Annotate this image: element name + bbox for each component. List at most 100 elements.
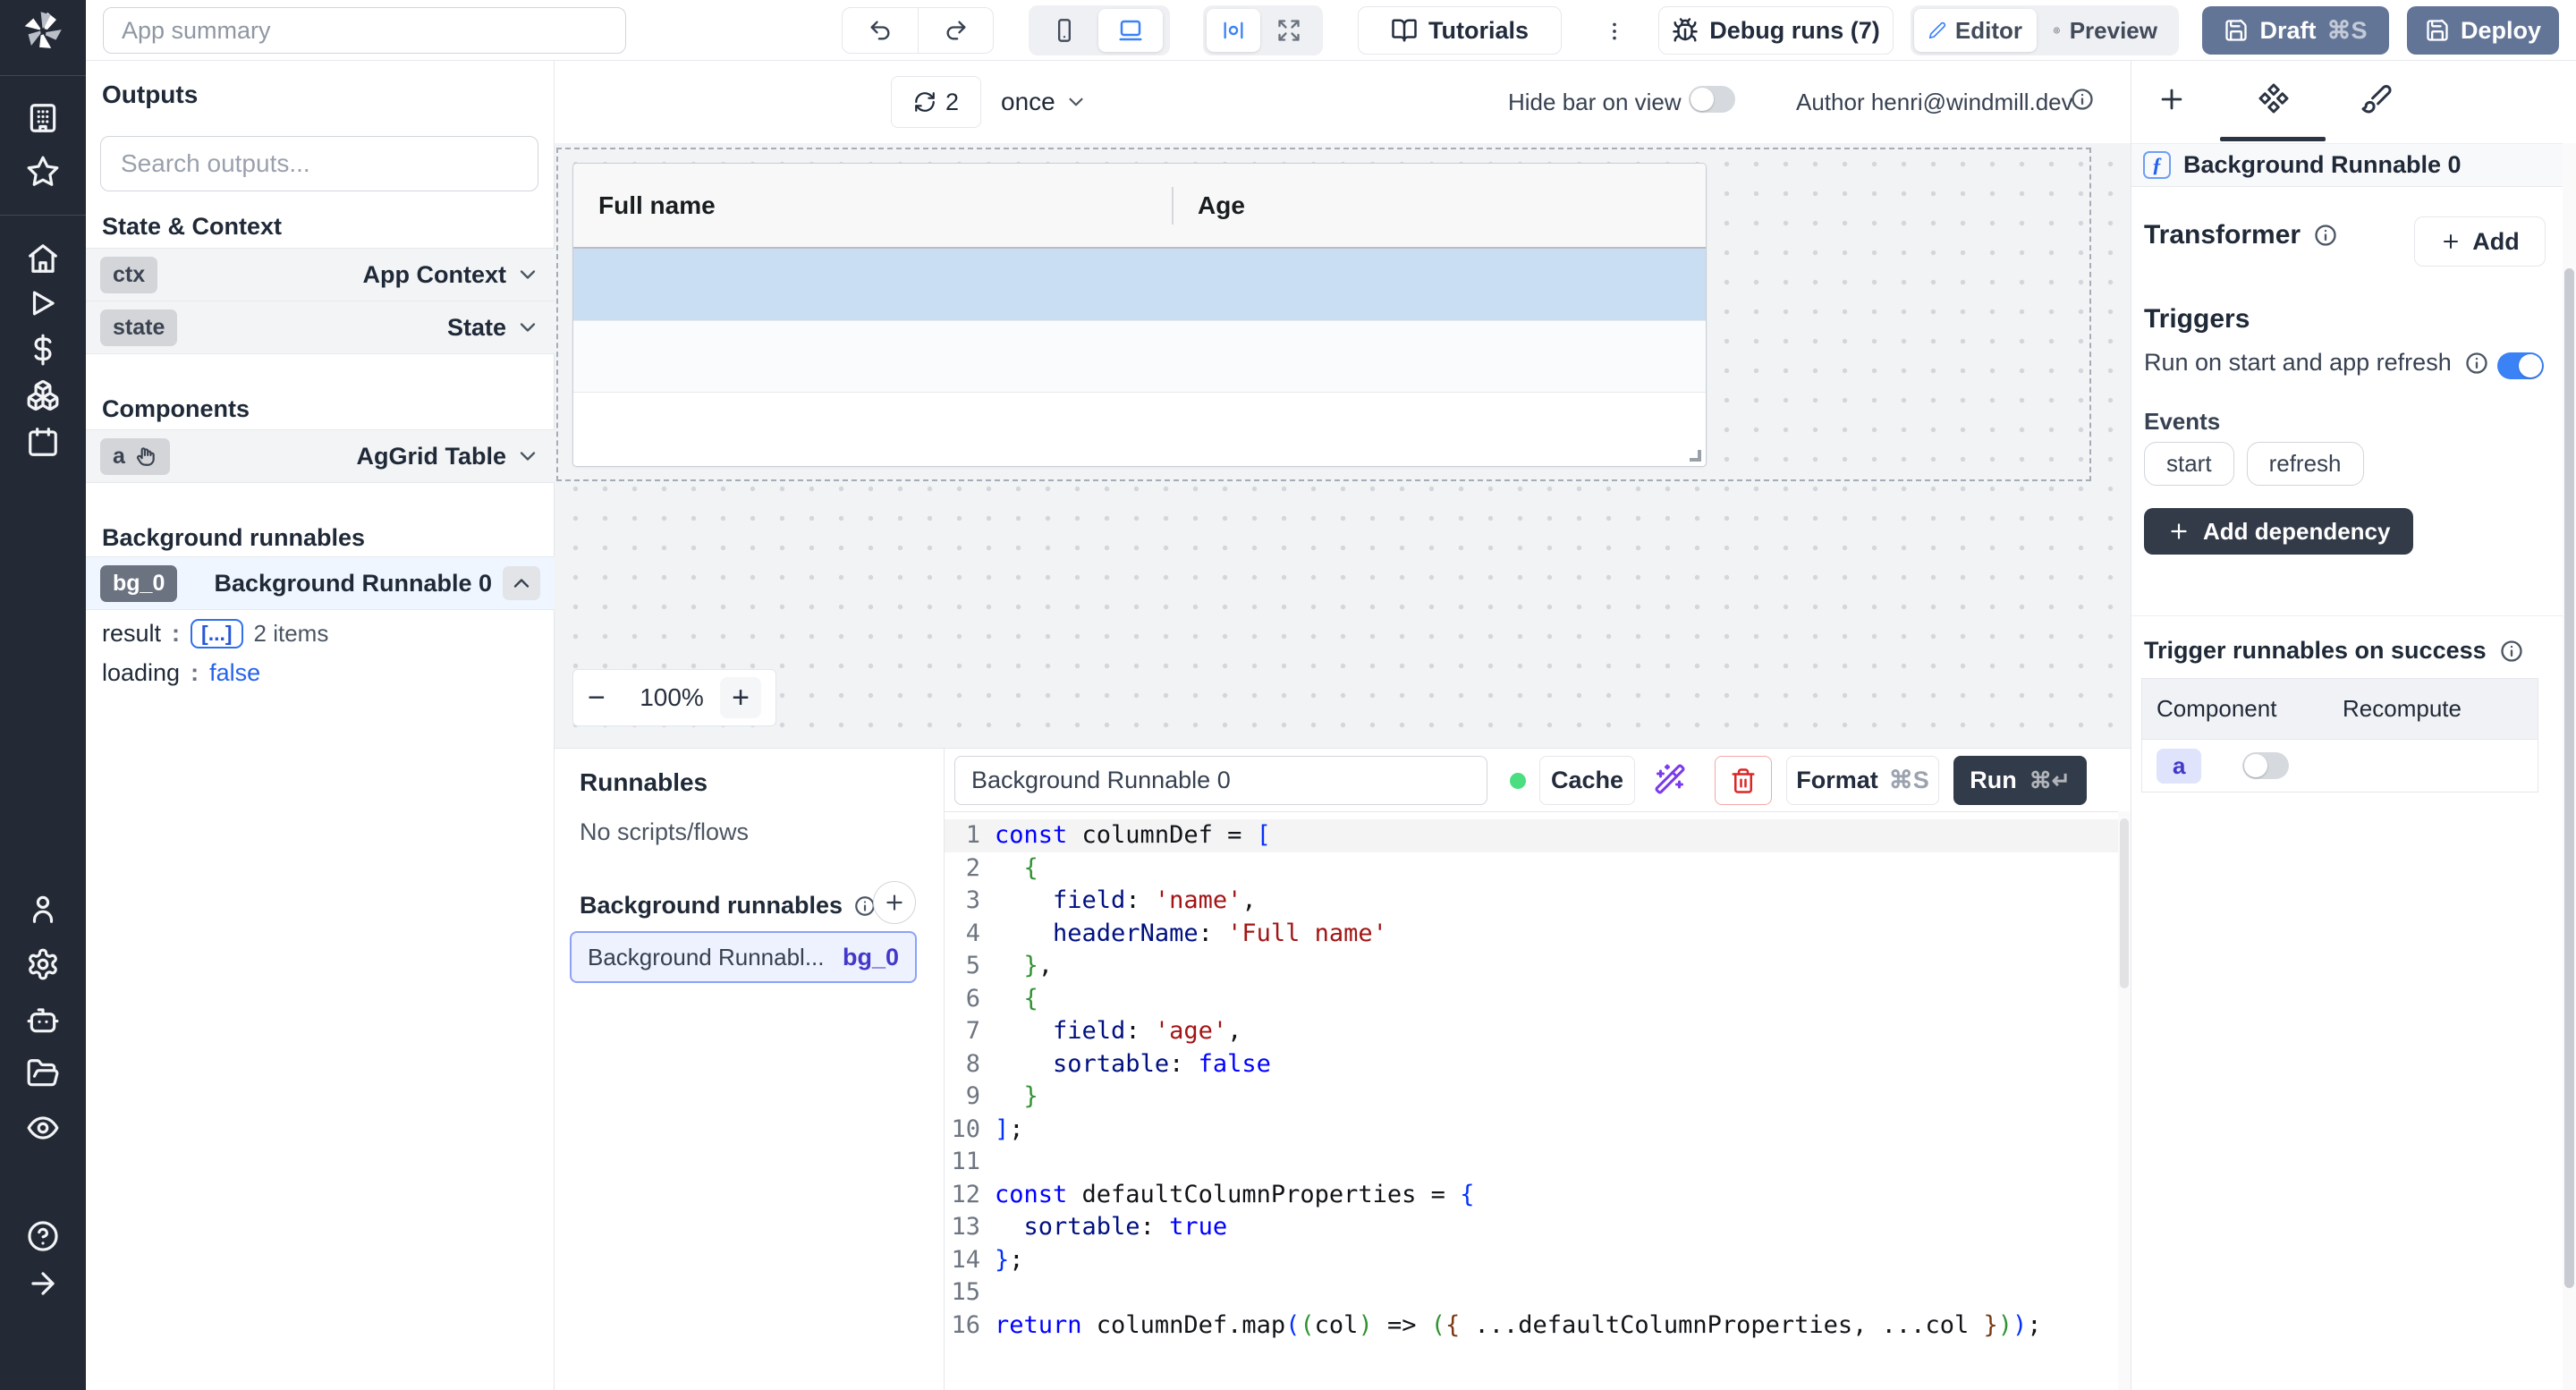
code-line[interactable]: 3 field: 'name',: [945, 885, 2131, 918]
runnable-name-input[interactable]: [954, 756, 1487, 805]
code-line[interactable]: 4 headerName: 'Full name': [945, 918, 2131, 951]
panel-scrollbar[interactable]: [2563, 143, 2576, 1390]
chevron-down-icon[interactable]: [515, 262, 540, 287]
sidebar-item-folders[interactable]: [26, 1056, 60, 1090]
more-menu-icon[interactable]: [1599, 11, 1630, 52]
add-transformer-button[interactable]: Add: [2414, 216, 2546, 267]
code-line[interactable]: 8 sortable: false: [945, 1048, 2131, 1081]
column-divider[interactable]: [1172, 187, 1174, 225]
delete-runnable-button[interactable]: [1715, 756, 1772, 805]
run-button[interactable]: Run ⌘↵: [1953, 756, 2087, 805]
sidebar-item-home[interactable]: [26, 242, 60, 275]
deploy-button[interactable]: Deploy: [2407, 6, 2559, 55]
draft-button[interactable]: Draft ⌘S: [2202, 6, 2389, 55]
app-summary-input[interactable]: [103, 7, 626, 54]
sidebar-item-runs[interactable]: [26, 286, 60, 320]
tutorials-button[interactable]: Tutorials: [1358, 6, 1562, 55]
add-dependency-button[interactable]: Add dependency: [2144, 508, 2413, 555]
format-button[interactable]: Format ⌘S: [1786, 756, 1939, 805]
editor-scrollbar-thumb[interactable]: [2120, 818, 2129, 988]
paintbrush-icon: [2360, 82, 2393, 114]
chevron-down-icon: [1064, 90, 1088, 114]
code-line[interactable]: 10];: [945, 1114, 2131, 1147]
code-line[interactable]: 9 }: [945, 1081, 2131, 1114]
collapse-bg0-button[interactable]: [503, 566, 540, 600]
code-line[interactable]: 5 },: [945, 950, 2131, 983]
loading-key: loading: [102, 659, 180, 687]
chevron-down-icon[interactable]: [515, 444, 540, 469]
code-line[interactable]: 13 sortable: true: [945, 1211, 2131, 1244]
code-line[interactable]: 12const defaultColumnProperties = {: [945, 1179, 2131, 1212]
sidebar-item-users[interactable]: [26, 892, 60, 926]
undo-button[interactable]: [843, 8, 918, 53]
cache-button[interactable]: Cache: [1539, 756, 1635, 805]
hide-bar-toggle[interactable]: [1689, 86, 1735, 113]
column-header-age[interactable]: Age: [1173, 191, 1245, 220]
output-row-component-a[interactable]: a AgGrid Table: [86, 429, 555, 483]
styling-tab[interactable]: [2360, 82, 2393, 119]
tab-preview[interactable]: Preview: [2038, 9, 2172, 52]
code-editor[interactable]: 1const columnDef = [2 {3 field: 'name',4…: [945, 811, 2131, 1390]
panel-scrollbar-thumb[interactable]: [2564, 268, 2574, 1288]
fullscreen-icon[interactable]: [1262, 9, 1316, 52]
recompute-toggle[interactable]: [2242, 752, 2289, 779]
result-array-chip[interactable]: [...]: [191, 619, 243, 648]
sidebar-item-resources[interactable]: [26, 378, 60, 412]
schedule-select[interactable]: once: [1001, 76, 1088, 128]
sidebar-item-audit-logs[interactable]: [26, 1111, 60, 1145]
refresh-count-button[interactable]: 2: [891, 76, 981, 128]
code-line[interactable]: 1const columnDef = [: [945, 819, 2131, 852]
zoom-out-button[interactable]: −: [588, 681, 623, 716]
redo-button[interactable]: [918, 8, 993, 53]
app-canvas[interactable]: Full name Age − 100% +: [555, 143, 2131, 748]
line-number: 11: [945, 1146, 984, 1179]
sidebar-item-workers[interactable]: [26, 1003, 60, 1037]
code-line[interactable]: 2 {: [945, 852, 2131, 886]
resize-handle[interactable]: [1690, 450, 1701, 462]
windmill-logo-icon[interactable]: [17, 5, 69, 57]
runnable-item-bg0[interactable]: Background Runnabl... bg_0: [570, 931, 917, 983]
output-row-bg0[interactable]: bg_0 Background Runnable 0: [86, 556, 555, 610]
add-background-runnable-button[interactable]: [873, 881, 916, 924]
zoom-in-button[interactable]: +: [720, 677, 761, 718]
aggrid-table-component[interactable]: Full name Age: [572, 163, 1707, 467]
info-icon[interactable]: [2313, 223, 2338, 248]
code-line[interactable]: 11: [945, 1146, 2131, 1179]
debug-runs-button[interactable]: Debug runs (7): [1658, 6, 1894, 55]
info-icon[interactable]: [2464, 351, 2489, 376]
runnables-panel: Runnables No scripts/flows Background ru…: [555, 749, 945, 1390]
author-info-icon[interactable]: [2070, 87, 2095, 112]
output-row-state[interactable]: state State: [86, 301, 555, 354]
component-settings-tab[interactable]: [2258, 82, 2290, 119]
sidebar-item-schedules[interactable]: [26, 425, 60, 459]
sidebar-item-settings[interactable]: [26, 947, 60, 981]
sidebar-item-help[interactable]: [26, 1219, 60, 1253]
table-row[interactable]: [573, 321, 1706, 393]
ai-wand-icon[interactable]: [1654, 763, 1686, 800]
run-on-start-toggle[interactable]: [2497, 352, 2544, 379]
output-row-ctx[interactable]: ctx App Context: [86, 248, 555, 301]
mobile-view-button[interactable]: [1032, 9, 1097, 52]
code-text: };: [984, 1244, 1024, 1277]
sidebar-item-favorites[interactable]: [26, 155, 60, 189]
sidebar-item-variables[interactable]: [26, 333, 60, 367]
code-line[interactable]: 15: [945, 1276, 2131, 1309]
sidebar-item-workspace[interactable]: [26, 101, 60, 135]
tab-editor[interactable]: Editor: [1914, 9, 2037, 52]
chevron-down-icon[interactable]: [515, 315, 540, 340]
table-row[interactable]: [573, 393, 1706, 466]
expand-sidebar-icon[interactable]: [26, 1267, 60, 1301]
editor-scrollbar[interactable]: [2118, 811, 2131, 1390]
column-header-full-name[interactable]: Full name: [573, 191, 1173, 220]
code-token: }: [995, 1246, 1009, 1274]
desktop-view-button[interactable]: [1098, 9, 1163, 52]
code-line[interactable]: 16return columnDef.map((col) => ({ ...de…: [945, 1309, 2131, 1343]
code-line[interactable]: 6 {: [945, 983, 2131, 1016]
info-icon[interactable]: [2499, 639, 2524, 664]
code-line[interactable]: 14};: [945, 1244, 2131, 1277]
table-row-selected[interactable]: [573, 249, 1706, 321]
search-outputs-input[interactable]: [100, 136, 538, 191]
center-layout-button[interactable]: [1207, 9, 1260, 52]
add-tab-plus-icon[interactable]: [2157, 84, 2187, 119]
code-line[interactable]: 7 field: 'age',: [945, 1015, 2131, 1048]
